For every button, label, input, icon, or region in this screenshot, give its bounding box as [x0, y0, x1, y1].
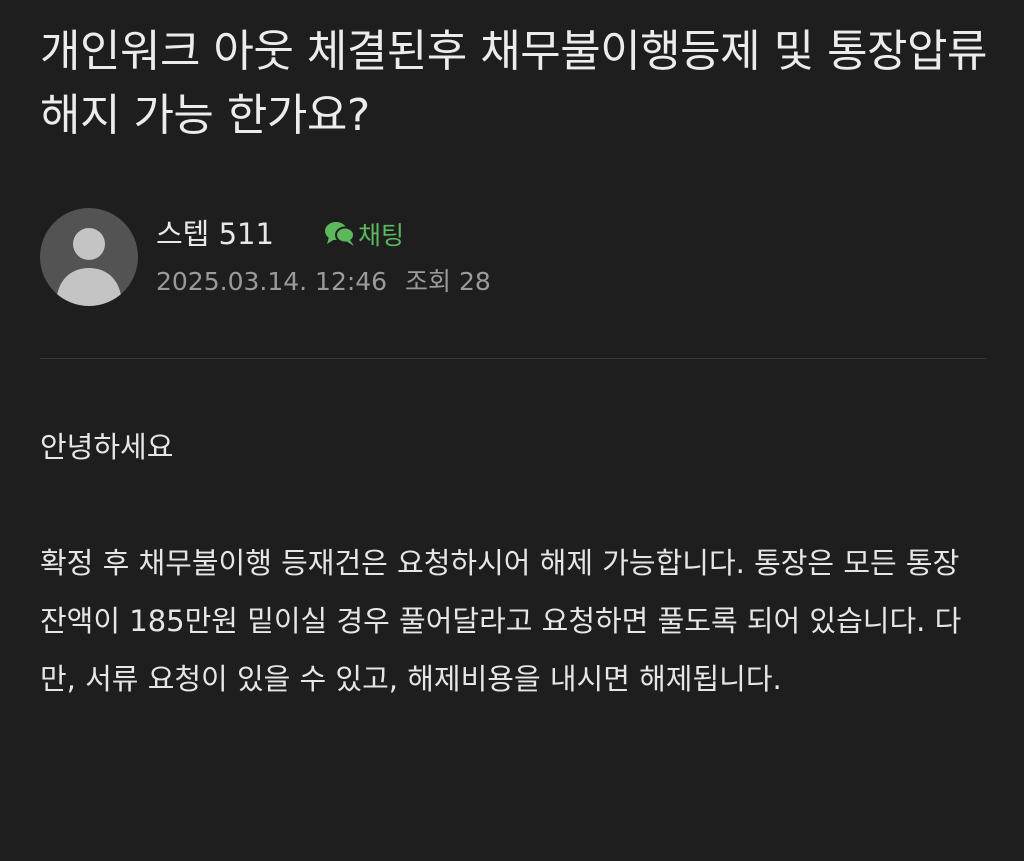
author-info: 스텝 511 채팅 2025.03.14. 12:46 조회 28: [40, 208, 986, 308]
author-name[interactable]: 스텝 511: [156, 214, 274, 254]
post-meta: 2025.03.14. 12:46 조회 28: [156, 264, 491, 300]
body-paragraph: 확정 후 채무불이행 등재건은 요청하시어 해제 가능합니다. 통장은 모든 통…: [40, 546, 962, 696]
chat-bubbles-icon: [325, 222, 355, 246]
view-count: 조회 28: [405, 267, 491, 296]
post-date: 2025.03.14. 12:46: [156, 267, 388, 296]
divider: [40, 358, 986, 359]
chat-button[interactable]: 채팅: [324, 216, 404, 252]
post-page: 개인워크 아웃 체결된후 채무불이행등제 및 통장압류 해지 가능 한가요? 스…: [0, 0, 1024, 861]
avatar[interactable]: [40, 208, 138, 306]
user-silhouette-icon: [56, 228, 122, 306]
post-title: 개인워크 아웃 체결된후 채무불이행등제 및 통장압류 해지 가능 한가요?: [40, 26, 988, 141]
post-body: 안녕하세요 확정 후 채무불이행 등재건은 요청하시어 해제 가능합니다. 통장…: [40, 418, 986, 708]
chat-label: 채팅: [358, 221, 405, 250]
body-greeting: 안녕하세요: [40, 430, 174, 464]
